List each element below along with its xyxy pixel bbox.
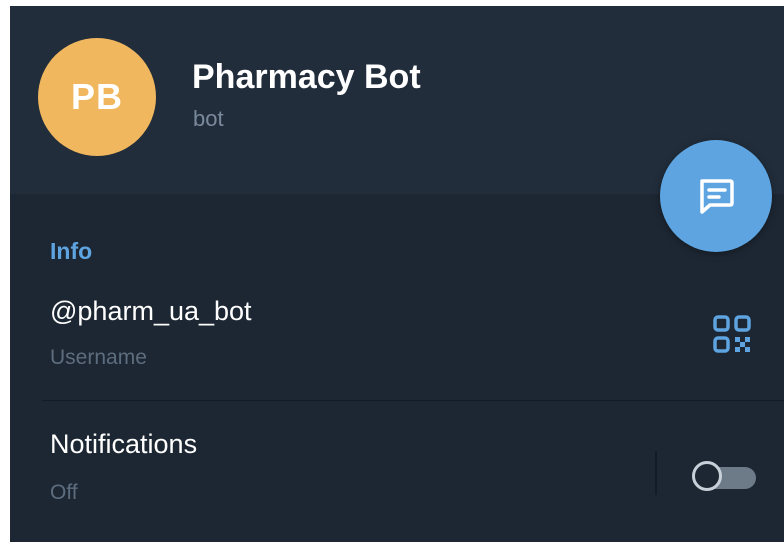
notifications-status: Off	[50, 481, 78, 504]
profile-type: bot	[193, 106, 224, 131]
username-label: Username	[50, 346, 147, 369]
avatar-initials: PB	[70, 76, 123, 117]
message-icon	[700, 179, 734, 214]
qr-code-icon	[713, 315, 751, 353]
avatar[interactable]: PB	[38, 38, 156, 156]
toggle-thumb	[692, 461, 722, 491]
profile-panel: PB Pharmacy Bot bot Info @pharm_ua_bot U…	[10, 6, 784, 542]
send-message-button[interactable]	[660, 140, 772, 252]
notifications-title: Notifications	[50, 429, 198, 459]
qr-code-button[interactable]	[706, 308, 758, 360]
notifications-row[interactable]: Notifications Off	[10, 401, 784, 542]
notifications-toggle[interactable]	[690, 461, 760, 491]
info-section-title: Info	[50, 238, 93, 264]
username-value[interactable]: @pharm_ua_bot	[50, 296, 252, 327]
profile-name: Pharmacy Bot	[192, 58, 421, 96]
vertical-separator	[655, 451, 657, 495]
